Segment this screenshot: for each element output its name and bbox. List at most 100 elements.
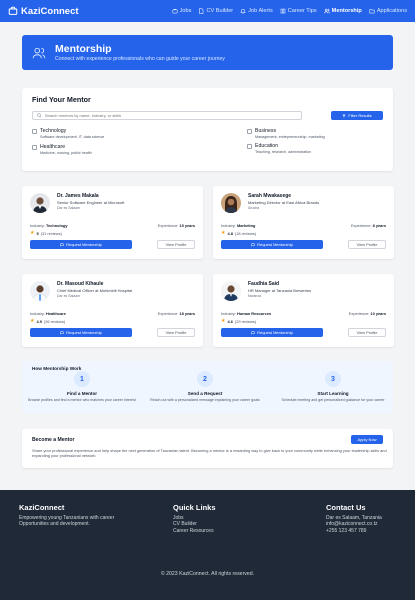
page-subtitle: Connect with experience professionals wh… <box>55 56 225 62</box>
step-start-learning: 3 Start Learning Schedule meeting and ge… <box>273 371 393 403</box>
mentor-name: Faudhia Said <box>248 281 280 287</box>
view-profile-button[interactable]: View Profile <box>348 328 386 337</box>
request-mentorship-button[interactable]: Request Mentorship <box>221 240 323 249</box>
nav-item-job-alerts[interactable]: Job Alerts <box>240 8 273 14</box>
briefcase-logo-icon <box>8 6 18 15</box>
category-technology[interactable]: Technology Software development, IT, dat… <box>32 128 104 139</box>
nav-item-mentorship[interactable]: Mentorship <box>323 8 362 14</box>
folder-icon <box>369 9 375 14</box>
mentor-card: Dr. Masoud Kihaule Chief Medical Officer… <box>22 274 203 347</box>
mentor-industry: Marketing <box>237 223 256 228</box>
chat-icon <box>251 330 255 335</box>
review-count: (18 reviews) <box>234 231 257 236</box>
request-mentorship-button[interactable]: Request Mentorship <box>221 328 323 337</box>
nav-item-label: Job Alerts <box>248 8 273 14</box>
category-education[interactable]: Education Teaching, research, administra… <box>247 143 311 154</box>
mentor-experience: 10 years <box>370 311 386 316</box>
bell-icon <box>240 9 246 14</box>
step-desc: Browse profiles and find a mentor who ma… <box>28 398 136 402</box>
request-mentorship-button[interactable]: Request Mentorship <box>30 328 132 337</box>
category-desc: Software development, IT, data science <box>40 135 105 139</box>
star-icon: ★ <box>30 318 35 324</box>
nav-item-label: Jobs <box>179 8 192 14</box>
category-checkbox[interactable] <box>32 128 37 134</box>
step-send-request: 2 Send a Request Reach out with a person… <box>145 371 265 403</box>
find-mentor-title: Find Your Mentor <box>32 95 91 104</box>
chat-icon <box>60 330 64 335</box>
nav-item-label: CV Builder <box>206 8 234 14</box>
apply-now-button[interactable]: Apply Now <box>351 435 383 444</box>
site-footer: KaziConnect Empowering young Tanzanians … <box>0 490 415 600</box>
rating-value: 4.8 <box>227 231 233 236</box>
page-title: Mentorship <box>55 43 112 55</box>
quick-links-title: Quick Links <box>173 503 216 512</box>
nav-item-cv-builder[interactable]: CV Builder <box>198 8 233 14</box>
category-desc: Medicine, nursing, public health <box>40 151 92 155</box>
nav-item-label: Mentorship <box>331 8 362 14</box>
brand-logo[interactable]: KaziConnect <box>8 6 79 17</box>
mentor-search-input[interactable] <box>44 113 297 118</box>
industry-label: Industry: <box>30 223 45 228</box>
category-checkbox[interactable] <box>247 143 252 149</box>
mentor-name: Dr. James Makala <box>57 193 99 199</box>
mentor-card: Faudhia Said HR Manager at Tanzania Brew… <box>213 274 394 347</box>
rating-value: 4.9 <box>36 319 42 324</box>
experience-label: Experience: <box>157 223 179 228</box>
mentor-experience: 18 years <box>179 311 195 316</box>
brand-name: KaziConnect <box>21 5 79 17</box>
step-number: 2 <box>197 371 213 387</box>
mentor-name: Sarah Mwakasege <box>248 193 292 199</box>
avatar <box>221 281 241 301</box>
category-business[interactable]: Business Management, entrepreneurship, m… <box>247 128 325 139</box>
mentor-title: Senior Software Engineer at Microsoft <box>57 200 125 205</box>
view-profile-button[interactable]: View Profile <box>348 240 386 249</box>
experience-label: Experience: <box>348 311 370 316</box>
request-mentorship-button[interactable]: Request Mentorship <box>30 240 132 249</box>
briefcase-icon <box>172 8 178 14</box>
become-mentor-title: Become a Mentor <box>32 436 75 443</box>
step-title: Start Learning <box>317 391 349 396</box>
become-mentor-text: Share your professional experience and h… <box>32 448 387 459</box>
request-mentorship-label: Request Mentorship <box>66 242 102 247</box>
mentor-title: Chief Medical Officer at Muhimbili Hospi… <box>57 288 133 293</box>
mentor-card: Sarah Mwakasege Marketing Director at Ea… <box>213 186 394 259</box>
footer-tagline: Empowering young Tanzanians with career … <box>19 515 115 528</box>
contact-email[interactable]: info@kaziconnect.co.tz <box>326 521 382 527</box>
mentor-location: Dar es Salaam <box>57 206 81 210</box>
mentor-rating: ★ 4.9 (26 reviews) <box>30 318 195 325</box>
mentor-rating: ★ 4.6 (29 reviews) <box>221 318 386 325</box>
users-icon <box>32 47 46 58</box>
mentor-industry: Technology <box>46 223 68 228</box>
step-number: 3 <box>325 371 341 387</box>
review-count: (26 reviews) <box>43 319 66 324</box>
filter-results-button[interactable]: Filter Results <box>331 111 383 120</box>
nav-item-applications[interactable]: Applications <box>369 8 407 14</box>
become-mentor-panel: Become a Mentor Apply Now Share your pro… <box>22 429 393 468</box>
industry-label: Industry: <box>30 311 45 316</box>
nav-item-career-tips[interactable]: Career Tips <box>280 8 317 14</box>
file-icon <box>199 8 204 14</box>
view-profile-button[interactable]: View Profile <box>157 240 195 249</box>
category-healthcare[interactable]: Healthcare Medicine, nursing, public hea… <box>32 144 92 155</box>
book-icon <box>280 8 286 14</box>
users-icon <box>323 8 330 14</box>
view-profile-button[interactable]: View Profile <box>157 328 195 337</box>
footer-link-career-resources[interactable]: Career Resources <box>173 528 216 534</box>
category-checkbox[interactable] <box>32 144 37 150</box>
review-count: (31 reviews) <box>40 231 62 236</box>
request-mentorship-label: Request Mentorship <box>66 330 102 335</box>
footer-contact: Contact Us Dar es Salaam, Tanzania info@… <box>326 503 382 534</box>
chat-icon <box>60 242 64 247</box>
footer-brand: KaziConnect <box>19 503 65 512</box>
mentor-title: Marketing Director at East Africa Brands <box>248 200 320 205</box>
category-checkbox[interactable] <box>247 128 252 134</box>
footer-about: KaziConnect Empowering young Tanzanians … <box>19 503 144 528</box>
category-name: Business <box>255 128 277 134</box>
request-mentorship-label: Request Mentorship <box>257 242 293 247</box>
request-mentorship-label: Request Mentorship <box>257 330 293 335</box>
copyright: © 2023 KaziConnect. All rights reserved. <box>160 571 255 577</box>
contact-title: Contact Us <box>326 503 366 512</box>
star-icon: ★ <box>221 318 226 324</box>
category-desc: Teaching, research, administration <box>255 150 312 154</box>
nav-item-jobs[interactable]: Jobs <box>172 8 192 14</box>
